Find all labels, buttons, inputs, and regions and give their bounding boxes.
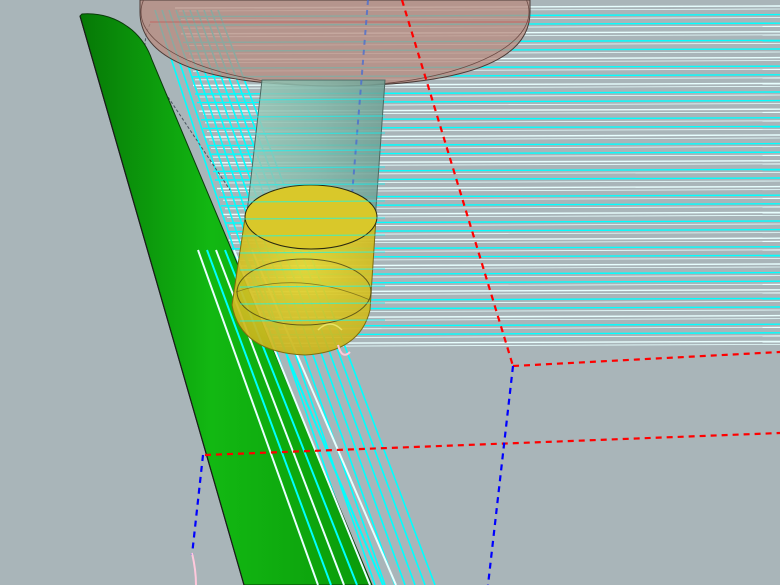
3d-viewport[interactable] <box>0 0 780 585</box>
viewport-canvas[interactable] <box>0 0 780 585</box>
